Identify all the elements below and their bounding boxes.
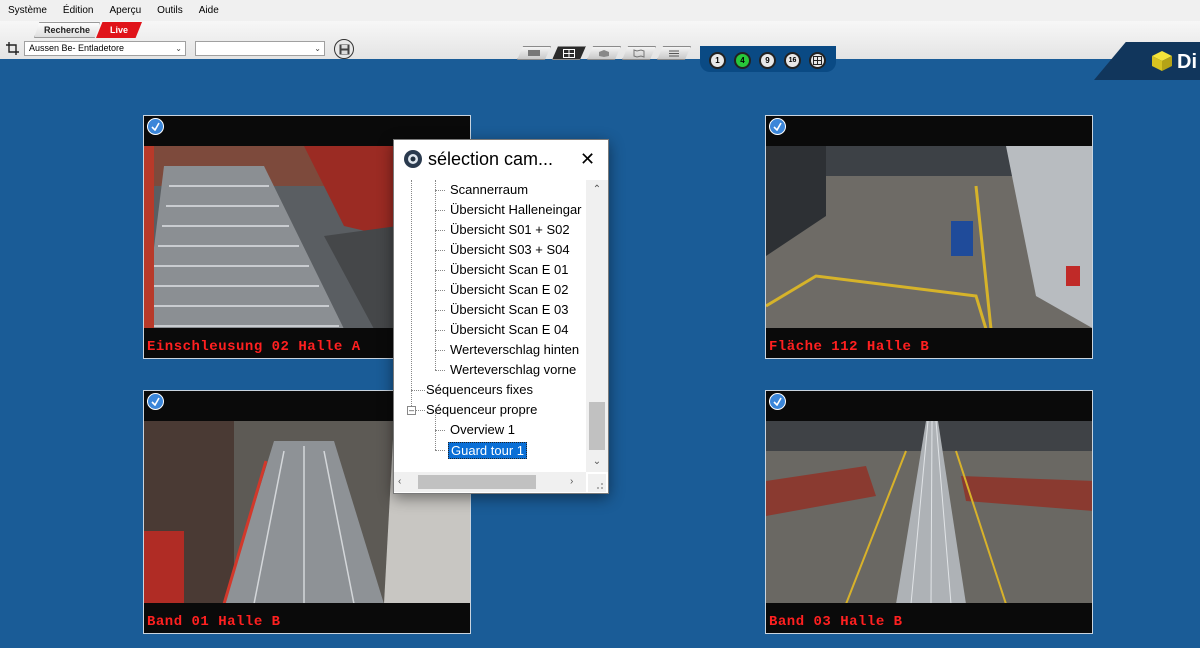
scroll-left-icon[interactable]: ‹	[398, 472, 401, 492]
layout-custom-button[interactable]	[809, 52, 826, 69]
camera-tile-2[interactable]: Fläche 112 Halle B	[765, 115, 1093, 359]
menu-apercu[interactable]: Aperçu	[101, 0, 149, 21]
tree-item-camera[interactable]: Werteverschlag vorne	[450, 360, 576, 380]
camera-select-value: Aussen Be- Entladetore	[29, 43, 125, 53]
tree-item-camera[interactable]: Übersicht Scan E 01	[450, 260, 569, 280]
tree-line	[411, 180, 412, 410]
tree-collapse-icon[interactable]: –	[407, 406, 416, 415]
logo-text: Di	[1177, 51, 1197, 73]
camera-tile-4[interactable]: Band 03 Halle B	[765, 390, 1093, 634]
camera-tree: – Scannerraum Übersicht Halleneingar Übe…	[394, 180, 586, 472]
tree-item-camera[interactable]: Übersicht Scan E 04	[450, 320, 569, 340]
tree-item-overview[interactable]: Overview 1	[450, 420, 515, 440]
tree-item-guard-tour-selected[interactable]: Guard tour 1	[448, 442, 527, 459]
tree-item-camera[interactable]: Übersicht Scan E 03	[450, 300, 569, 320]
menu-systeme[interactable]: Système	[0, 0, 55, 21]
layout-16-button[interactable]: 16	[784, 52, 801, 69]
horizontal-scrollbar[interactable]: ‹ ›	[394, 472, 586, 492]
tree-group-own-sequencer[interactable]: Séquenceur propre	[426, 400, 537, 420]
tree-item-camera[interactable]: Übersicht Halleneingar	[450, 200, 582, 220]
camera-status-icon	[769, 118, 786, 135]
crop-icon[interactable]	[6, 42, 19, 55]
camera-status-icon	[147, 118, 164, 135]
camera-selection-dialog: sélection cam... ✕ – Scannerraum Übersic…	[393, 139, 609, 494]
menu-bar: Système Édition Aperçu Outils Aide	[0, 0, 1200, 21]
floppy-icon	[339, 44, 349, 54]
menu-aide[interactable]: Aide	[191, 0, 227, 21]
layout-4-button[interactable]: 4	[734, 52, 751, 69]
camera-status-icon	[769, 393, 786, 410]
tile-header	[766, 116, 1092, 146]
scroll-down-icon[interactable]: ⌄	[586, 452, 608, 472]
view-tab-single[interactable]	[517, 46, 551, 60]
dialog-title: sélection cam...	[428, 149, 554, 169]
view-tab-grid[interactable]	[552, 46, 586, 60]
tree-item-camera[interactable]: Übersicht S01 + S02	[450, 220, 570, 240]
camera-select[interactable]: Aussen Be- Entladetore ⌄	[24, 41, 186, 56]
view-tab-map[interactable]	[622, 46, 656, 60]
close-icon[interactable]: ✕	[580, 150, 595, 168]
tree-item-camera[interactable]: Werteverschlag hinten	[450, 340, 579, 360]
resize-grip-icon[interactable]	[588, 474, 606, 492]
camera-caption: Einschleusung 02 Halle A	[147, 339, 361, 355]
camera-feed	[766, 146, 1092, 329]
camera-caption: Band 03 Halle B	[769, 614, 903, 630]
view-tab-list[interactable]	[657, 46, 691, 60]
menu-edition[interactable]: Édition	[55, 0, 102, 21]
cube-icon	[599, 49, 609, 57]
map-icon	[633, 48, 645, 58]
layout-bar: 1 4 9 16	[700, 46, 836, 72]
camera-status-icon	[147, 393, 164, 410]
tree-group-fixed-sequencers[interactable]: Séquenceurs fixes	[426, 380, 533, 400]
layout-1-button[interactable]: 1	[709, 52, 726, 69]
view-mode-tabs	[517, 46, 692, 60]
view-tab-3d[interactable]	[587, 46, 621, 60]
tile-footer: Band 03 Halle B	[766, 603, 1092, 633]
tree-item-camera[interactable]: Übersicht S03 + S04	[450, 240, 570, 260]
tile-footer: Band 01 Halle B	[144, 603, 470, 633]
camera-feed	[766, 421, 1092, 604]
logo-cube-icon	[1152, 51, 1172, 71]
tree-line	[435, 180, 436, 370]
save-button[interactable]	[334, 39, 354, 59]
tile-header	[766, 391, 1092, 421]
chevron-down-icon: ⌄	[314, 44, 321, 53]
scroll-thumb[interactable]	[589, 402, 605, 450]
camera-caption: Fläche 112 Halle B	[769, 339, 930, 355]
camera-caption: Band 01 Halle B	[147, 614, 281, 630]
camera-icon	[404, 150, 422, 168]
dialog-title-bar[interactable]: sélection cam... ✕	[394, 140, 608, 178]
tab-live[interactable]: Live	[96, 22, 142, 38]
menu-outils[interactable]: Outils	[149, 0, 191, 21]
tab-recherche[interactable]: Recherche	[34, 22, 100, 38]
layout-custom-icon	[813, 56, 822, 65]
scroll-right-icon[interactable]: ›	[570, 472, 573, 492]
scroll-up-icon[interactable]: ⌃	[586, 180, 608, 200]
secondary-select[interactable]: ⌄	[195, 41, 325, 56]
tree-item-camera[interactable]: Scannerraum	[450, 180, 528, 200]
chevron-down-icon: ⌄	[175, 44, 182, 53]
single-view-icon	[528, 50, 540, 56]
layout-9-button[interactable]: 9	[759, 52, 776, 69]
tile-footer: Fläche 112 Halle B	[766, 328, 1092, 358]
grid-icon	[563, 48, 575, 58]
tree-item-camera[interactable]: Übersicht Scan E 02	[450, 280, 569, 300]
list-icon	[669, 50, 679, 56]
hscroll-thumb[interactable]	[418, 475, 536, 489]
vertical-scrollbar[interactable]: ⌃ ⌄	[586, 180, 608, 472]
